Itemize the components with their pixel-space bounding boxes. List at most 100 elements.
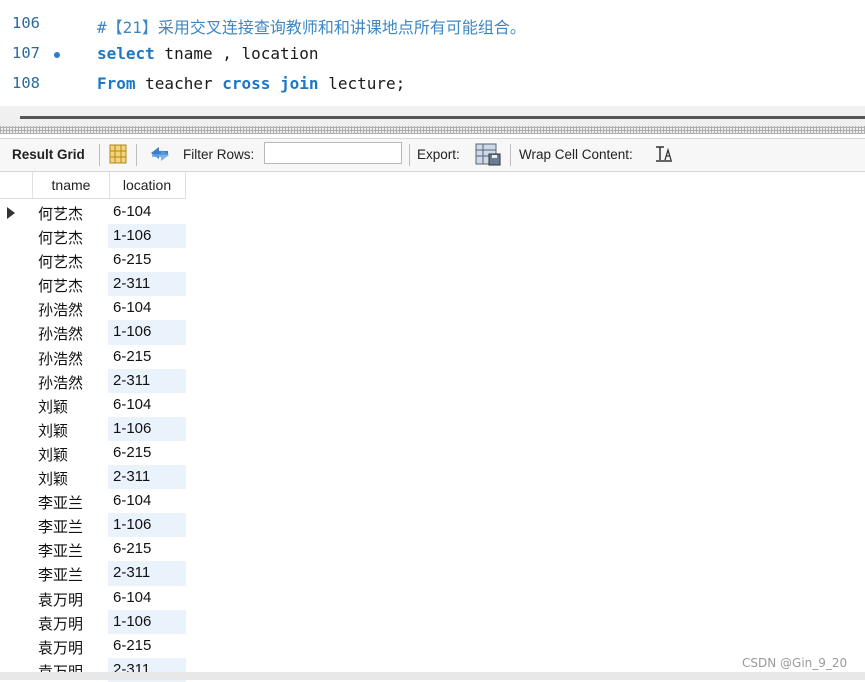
row-selector[interactable] [0,272,32,297]
bottom-bar [0,672,865,680]
row-selector[interactable] [0,320,32,345]
cell-location[interactable]: 1-106 [113,420,151,437]
wrap-text-icon[interactable] [655,146,673,165]
cell-tname[interactable]: 刘颖 [38,396,68,417]
column-header-location[interactable]: location [109,172,186,198]
grid-header: tname location [0,172,186,199]
table-row[interactable]: 袁万明 6-215 [0,633,186,658]
table-row[interactable]: 李亚兰 6-215 [0,537,186,562]
filter-rows-input[interactable] [264,142,402,164]
table-row[interactable]: 孙浩然 6-215 [0,344,186,369]
grid-layout-icon[interactable] [109,144,127,167]
line-number: 108 [12,74,40,92]
cell-tname[interactable]: 孙浩然 [38,299,83,320]
table-row[interactable]: 孙浩然 2-311 [0,368,186,393]
table-row[interactable]: 何艺杰 2-311 [0,272,186,297]
line-number: 107 [12,44,40,62]
cell-tname[interactable]: 李亚兰 [38,492,83,513]
row-selector[interactable] [0,585,32,610]
cell-tname[interactable]: 孙浩然 [38,348,83,369]
cell-tname[interactable]: 刘颖 [38,444,68,465]
table-row[interactable]: 何艺杰 1-106 [0,224,186,249]
cell-tname[interactable]: 袁万明 [38,589,83,610]
toolbar-divider [409,144,410,166]
cell-location[interactable]: 2-311 [113,564,150,581]
table-row[interactable]: 孙浩然 1-106 [0,320,186,345]
sql-editor[interactable]: 106 #【21】采用交叉连接查询教师和和讲课地点所有可能组合。 107 sel… [0,0,865,106]
table-row[interactable]: 刘颖 1-106 [0,416,186,441]
row-selector[interactable] [0,489,32,514]
panel-splitter[interactable] [0,126,865,134]
column-header-tname[interactable]: tname [32,172,110,198]
sql-code: select tname , location [97,44,319,63]
row-selector[interactable] [0,392,32,417]
cell-tname[interactable]: 刘颖 [38,420,68,441]
table-row[interactable]: 袁万明 6-104 [0,585,186,610]
cell-tname[interactable]: 孙浩然 [38,323,83,344]
cell-tname[interactable]: 何艺杰 [38,275,83,296]
cell-location[interactable]: 6-104 [113,203,151,220]
cell-tname[interactable]: 李亚兰 [38,516,83,537]
editor-horizontal-scrollbar[interactable] [0,106,865,126]
table-row[interactable]: 刘颖 2-311 [0,465,186,490]
cell-location[interactable]: 6-104 [113,589,151,606]
editor-line: 108 From teacher cross join lecture; [0,70,865,96]
cell-location[interactable]: 1-106 [113,613,151,630]
cell-tname[interactable]: 李亚兰 [38,564,83,585]
row-selector[interactable] [0,609,32,634]
cell-location[interactable]: 1-106 [113,516,151,533]
cell-location[interactable]: 6-104 [113,396,151,413]
wrap-cell-content-label: Wrap Cell Content: [519,147,633,162]
sql-comment: #【21】采用交叉连接查询教师和和讲课地点所有可能组合。 [97,18,526,37]
table-row[interactable]: 刘颖 6-104 [0,392,186,417]
cell-location[interactable]: 6-215 [113,540,151,557]
cell-location[interactable]: 6-215 [113,348,151,365]
cell-tname[interactable]: 何艺杰 [38,227,83,248]
table-row[interactable]: 袁万明 1-106 [0,609,186,634]
cell-location[interactable]: 2-311 [113,275,150,292]
row-selector[interactable] [0,416,32,441]
cell-tname[interactable]: 孙浩然 [38,372,83,393]
cell-location[interactable]: 6-104 [113,299,151,316]
row-selector[interactable] [0,465,32,490]
cell-location[interactable]: 2-311 [113,468,150,485]
row-selector[interactable] [0,633,32,658]
result-toolbar: Result Grid Filter Rows: Export: Wrap Ce… [0,138,865,172]
scrollbar-thumb[interactable] [20,116,865,119]
row-selector[interactable] [0,513,32,538]
cell-location[interactable]: 6-215 [113,637,151,654]
cell-tname[interactable]: 袁万明 [38,613,83,634]
cell-tname[interactable]: 李亚兰 [38,540,83,561]
table-row[interactable]: 何艺杰 6-104 [0,200,186,225]
row-selector[interactable] [0,561,32,586]
row-selector[interactable] [0,368,32,393]
row-selector[interactable] [0,537,32,562]
grid-rows: 何艺杰 6-104 何艺杰 1-106 何艺杰 6-215 何艺杰 2-311 孙浩然 6-104… [0,200,186,682]
refresh-icon[interactable] [148,145,172,166]
cell-location[interactable]: 6-104 [113,492,151,509]
row-selector[interactable] [0,248,32,273]
table-row[interactable]: 李亚兰 2-311 [0,561,186,586]
cell-location[interactable]: 6-215 [113,251,151,268]
row-selector[interactable] [0,344,32,369]
cell-location[interactable]: 1-106 [113,323,151,340]
export-icon[interactable] [475,142,501,169]
table-row[interactable]: 孙浩然 6-104 [0,296,186,321]
row-selector[interactable] [0,200,32,225]
table-row[interactable]: 刘颖 6-215 [0,440,186,466]
cell-tname[interactable]: 袁万明 [38,637,83,658]
table-row[interactable]: 李亚兰 1-106 [0,513,186,538]
cell-location[interactable]: 2-311 [113,372,150,389]
result-grid-tab[interactable]: Result Grid [12,147,85,162]
toolbar-divider [99,144,100,166]
row-selector[interactable] [0,440,32,466]
cell-tname[interactable]: 何艺杰 [38,251,83,272]
table-row[interactable]: 李亚兰 6-104 [0,489,186,514]
cell-tname[interactable]: 何艺杰 [38,203,83,224]
cell-location[interactable]: 1-106 [113,227,151,244]
row-selector[interactable] [0,224,32,249]
row-selector[interactable] [0,296,32,321]
cell-tname[interactable]: 刘颖 [38,468,68,489]
table-row[interactable]: 何艺杰 6-215 [0,248,186,273]
cell-location[interactable]: 6-215 [113,444,151,461]
